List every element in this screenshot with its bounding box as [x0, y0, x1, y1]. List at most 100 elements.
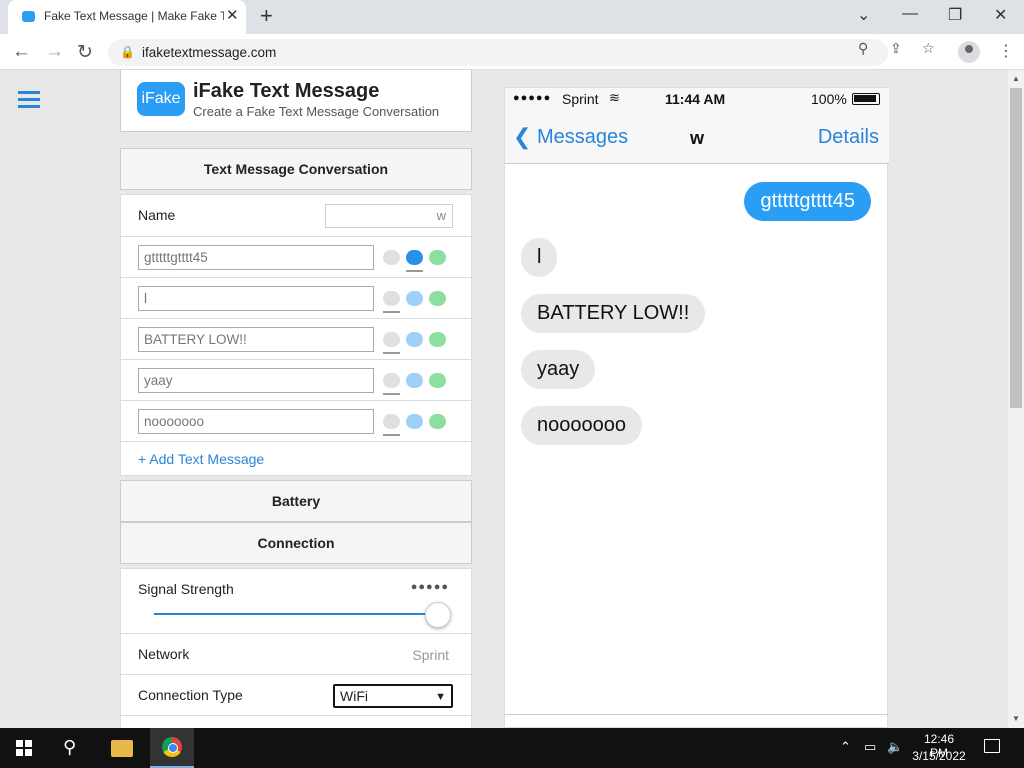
bookmark-star-icon[interactable]: ☆	[922, 40, 935, 57]
message-input[interactable]: l	[138, 286, 374, 311]
signal-icon: ●●●●●	[513, 92, 552, 104]
selected-indicator	[383, 352, 400, 354]
connection-type-row: Connection Type WiFi ▼	[120, 675, 472, 716]
connection-type-select[interactable]: WiFi ▼	[333, 684, 453, 708]
battery-section-header[interactable]: Battery	[120, 480, 472, 522]
grey-bubble-icon[interactable]	[383, 291, 400, 306]
signal-strength-row: Signal Strength ●●●●●	[120, 568, 472, 634]
forward-arrow-icon[interactable]: →	[45, 41, 64, 63]
blue-bubble-icon[interactable]	[406, 332, 423, 347]
sent-message-bubble: gtttttgtttt45	[744, 182, 871, 221]
received-message-bubble: BATTERY LOW!!	[521, 294, 706, 333]
blue-bubble-icon[interactable]	[406, 414, 423, 429]
green-bubble-icon[interactable]	[429, 332, 446, 347]
profile-avatar-icon[interactable]	[958, 41, 980, 63]
connection-type-value: WiFi	[340, 688, 368, 704]
blue-bubble-icon[interactable]	[406, 250, 423, 265]
green-bubble-icon[interactable]	[429, 250, 446, 265]
back-arrow-icon[interactable]: ←	[12, 41, 31, 63]
message-row: l	[120, 278, 472, 319]
network-icon[interactable]: ▭	[864, 739, 876, 755]
name-row: Name w	[120, 194, 472, 237]
message-input[interactable]: nooooooo	[138, 409, 374, 434]
blue-bubble-icon[interactable]	[406, 291, 423, 306]
browser-tab-bar: Fake Text Message | Make Fake Te ✕ + ⌄ —…	[0, 0, 1024, 34]
notification-icon[interactable]	[984, 739, 1000, 753]
chevron-down-icon: ▼	[435, 691, 446, 703]
browser-menu-icon[interactable]: ⋮	[998, 41, 1014, 61]
add-message-row: + Add Text Message	[120, 442, 472, 476]
site-title[interactable]: iFake Text Message	[193, 80, 379, 103]
close-window-button[interactable]: ✕	[994, 5, 1007, 25]
hamburger-menu-icon[interactable]	[18, 91, 40, 112]
browser-tab[interactable]: Fake Text Message | Make Fake Te ✕	[8, 0, 246, 34]
green-bubble-icon[interactable]	[429, 291, 446, 306]
grey-bubble-icon[interactable]	[383, 250, 400, 265]
scroll-up-icon[interactable]: ▲	[1012, 74, 1020, 83]
lock-icon[interactable]: 🔒	[120, 45, 135, 59]
name-label: Name	[138, 207, 176, 223]
brand-header: iFake iFake Text Message Create a Fake T…	[120, 70, 472, 132]
reload-icon[interactable]: ↻	[77, 41, 93, 64]
message-input[interactable]: yaay	[138, 368, 374, 393]
selected-indicator	[383, 311, 400, 313]
scroll-down-icon[interactable]: ▼	[1012, 714, 1020, 723]
next-row	[120, 716, 472, 728]
url-text[interactable]: ifaketextmessage.com	[142, 45, 276, 60]
scrollbar-thumb[interactable]	[1010, 88, 1022, 408]
network-label: Network	[138, 646, 190, 662]
zoom-icon[interactable]: ⚲	[858, 40, 868, 57]
selected-indicator	[383, 393, 400, 395]
received-message-bubble: nooooooo	[521, 406, 642, 445]
volume-icon[interactable]: 🔈	[887, 739, 903, 755]
windows-start-icon[interactable]	[16, 740, 32, 756]
share-icon[interactable]: ⇪	[890, 40, 902, 57]
carrier-name: Sprint	[562, 91, 599, 107]
phone-input-divider	[505, 714, 889, 715]
message-input[interactable]: BATTERY LOW!!	[138, 327, 374, 352]
tab-list-button[interactable]: ⌄	[857, 5, 870, 25]
minimize-button[interactable]: —	[902, 5, 918, 23]
address-bar[interactable]: 🔒 ifaketextmessage.com	[108, 39, 888, 66]
grey-bubble-icon[interactable]	[383, 373, 400, 388]
chrome-taskbar-button[interactable]	[150, 728, 194, 768]
browser-toolbar: ← → ↻ 🔒 ifaketextmessage.com ⚲ ⇪ ☆ ⋮	[0, 34, 1024, 70]
chevron-up-icon[interactable]: ⌃	[840, 739, 851, 755]
message-row: BATTERY LOW!!	[120, 319, 472, 360]
signal-slider-handle[interactable]	[425, 602, 451, 628]
tab-close-icon[interactable]: ✕	[226, 6, 239, 24]
connection-type-label: Connection Type	[138, 687, 243, 703]
network-row: Network Sprint	[120, 634, 472, 675]
green-bubble-icon[interactable]	[429, 373, 446, 388]
blue-bubble-icon[interactable]	[406, 373, 423, 388]
signal-slider-track[interactable]	[154, 613, 439, 615]
windows-taskbar: ⚲ ⌃ ▭ 🔈 12:46 PM 3/15/2022	[0, 728, 1024, 768]
restore-button[interactable]: ❐	[948, 5, 962, 25]
file-explorer-icon[interactable]	[111, 740, 133, 757]
page-scrollbar[interactable]: ▲ ▼	[1008, 70, 1024, 728]
grey-bubble-icon[interactable]	[383, 332, 400, 347]
network-input[interactable]: Sprint	[412, 647, 449, 663]
signal-strength-label: Signal Strength	[138, 581, 234, 597]
wifi-icon: ≋	[609, 90, 620, 105]
green-bubble-icon[interactable]	[429, 414, 446, 429]
grey-bubble-icon[interactable]	[383, 414, 400, 429]
received-message-bubble: yaay	[521, 350, 596, 389]
search-icon[interactable]: ⚲	[63, 737, 76, 758]
details-link: Details	[817, 126, 879, 148]
conversation-section-header[interactable]: Text Message Conversation	[120, 148, 472, 190]
selected-indicator	[383, 434, 400, 436]
message-row: gtttttgtttt45	[120, 237, 472, 278]
new-tab-button[interactable]: +	[260, 3, 273, 29]
signal-dots-icon: ●●●●●	[410, 581, 449, 593]
site-favicon-icon	[22, 11, 35, 22]
message-input[interactable]: gtttttgtttt45	[138, 245, 374, 270]
connection-section-header[interactable]: Connection	[120, 522, 472, 564]
add-text-message-link[interactable]: + Add Text Message	[138, 451, 264, 467]
ifake-logo-icon[interactable]: iFake	[137, 82, 185, 116]
battery-icon	[852, 93, 880, 105]
name-input[interactable]: w	[325, 204, 453, 228]
taskbar-date[interactable]: 3/15/2022	[910, 749, 968, 763]
page-viewport: iFake iFake Text Message Create a Fake T…	[0, 70, 1008, 728]
chrome-icon	[162, 737, 182, 757]
